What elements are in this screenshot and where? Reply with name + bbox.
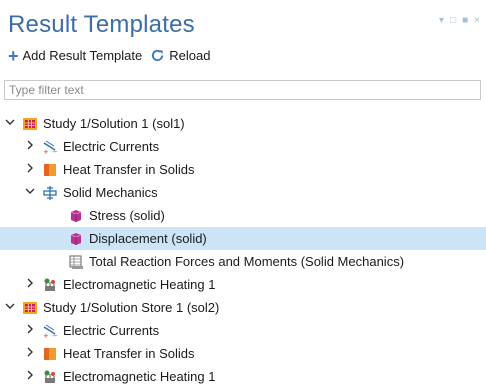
panel-title: Result Templates [8, 11, 195, 38]
electromagnetic-heating-icon [42, 277, 58, 293]
svg-text:−: − [52, 332, 58, 339]
electric-currents-icon: + − [42, 323, 58, 340]
electric-currents-icon: + − [42, 139, 58, 156]
add-result-template-label: Add Result Template [22, 48, 143, 63]
toolbar: + Add Result Template Reload [8, 45, 218, 66]
tree-item[interactable]: Study 1/Solution Store 1 (sol2) [0, 296, 486, 319]
tree-item-label: Heat Transfer in Solids [63, 162, 195, 177]
chevron-right-icon[interactable] [24, 163, 36, 176]
tree-item-label: Solid Mechanics [63, 185, 158, 200]
evaluation-table-icon [68, 254, 84, 270]
tree-item[interactable]: Heat Transfer in Solids [0, 158, 486, 181]
tree-item[interactable]: Stress (solid) [0, 204, 486, 227]
solid-mechanics-icon [42, 185, 58, 201]
tree-item[interactable]: + − Electric Currents [0, 319, 486, 342]
reload-label: Reload [169, 48, 211, 63]
chevron-down-icon[interactable] [4, 117, 16, 130]
restore-icon[interactable]: □ [450, 16, 456, 26]
study-icon [22, 116, 38, 132]
tree-item[interactable]: Solid Mechanics [0, 181, 486, 204]
chevron-right-icon[interactable] [24, 140, 36, 153]
tree-item[interactable]: Heat Transfer in Solids [0, 342, 486, 365]
tree-item-label: Electric Currents [63, 323, 160, 338]
chevron-right-icon[interactable] [24, 347, 36, 360]
filter-input[interactable] [4, 80, 481, 100]
tree-item-label: Electromagnetic Heating 1 [63, 369, 216, 384]
tree-item[interactable]: Total Reaction Forces and Moments (Solid… [0, 250, 486, 273]
plus-icon: + [8, 45, 19, 66]
tree-item-label: Study 1/Solution Store 1 (sol2) [43, 300, 220, 315]
svg-text:+: + [43, 332, 49, 339]
chevron-right-icon[interactable] [24, 324, 36, 337]
menu-dropdown-icon[interactable]: ▾ [439, 16, 444, 26]
pin-icon[interactable]: ■ [462, 16, 468, 26]
window-controls: ▾ □ ■ × [439, 16, 480, 26]
tree-item-label: Total Reaction Forces and Moments (Solid… [89, 254, 405, 269]
reload-button[interactable]: Reload [150, 48, 210, 63]
tree-item-label: Heat Transfer in Solids [63, 346, 195, 361]
chevron-down-icon[interactable] [24, 186, 36, 199]
add-result-template-button[interactable]: + Add Result Template [8, 45, 143, 66]
tree-item[interactable]: Study 1/Solution 1 (sol1) [0, 112, 486, 135]
electromagnetic-heating-icon [42, 369, 58, 385]
tree-item-label: Electric Currents [63, 139, 160, 154]
svg-text:−: − [52, 148, 58, 155]
tree-item-label: Study 1/Solution 1 (sol1) [43, 116, 185, 131]
tree-item-label: Stress (solid) [89, 208, 165, 223]
heat-transfer-icon [42, 162, 58, 178]
plot-group-cube-icon [68, 208, 84, 224]
tree-item-label: Electromagnetic Heating 1 [63, 277, 216, 292]
heat-transfer-icon [42, 346, 58, 362]
tree-item-label: Displacement (solid) [89, 231, 207, 246]
study-icon [22, 300, 38, 316]
reload-icon [150, 48, 165, 63]
tree-item[interactable]: Electromagnetic Heating 1 [0, 365, 486, 388]
chevron-right-icon[interactable] [24, 370, 36, 383]
close-icon[interactable]: × [474, 16, 480, 26]
tree-item[interactable]: Electromagnetic Heating 1 [0, 273, 486, 296]
tree-item[interactable]: + − Electric Currents [0, 135, 486, 158]
plot-group-cube-icon [68, 231, 84, 247]
tree-item[interactable]: Displacement (solid) [0, 227, 486, 250]
chevron-right-icon[interactable] [24, 278, 36, 291]
svg-text:+: + [43, 148, 49, 155]
chevron-down-icon[interactable] [4, 301, 16, 314]
